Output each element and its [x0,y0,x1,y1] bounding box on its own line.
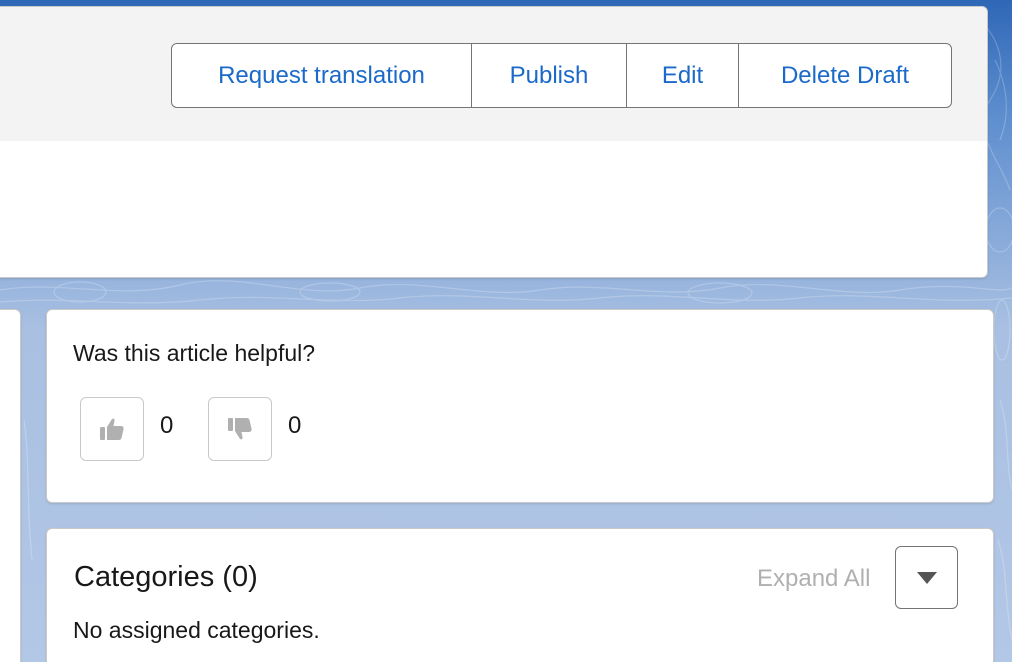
edit-button[interactable]: Edit [627,44,739,107]
thumbs-down-button[interactable] [208,397,272,461]
request-translation-button[interactable]: Request translation [172,44,472,107]
chevron-down-icon [916,571,937,584]
article-header-card: Request translation Publish Edit Delete … [0,6,988,278]
expand-all-link[interactable]: Expand All [757,565,870,593]
helpful-card: Was this article helpful? 0 0 [46,309,994,503]
article-actions-group: Request translation Publish Edit Delete … [171,43,952,108]
thumbs-up-icon [100,418,124,440]
thumbs-down-count: 0 [288,412,302,439]
page-background: Request translation Publish Edit Delete … [0,0,1012,662]
thumbs-down-icon [228,418,252,440]
categories-title: Categories (0) [74,561,258,593]
thumbs-up-count: 0 [160,412,174,439]
categories-empty-text: No assigned categories. [73,617,320,643]
publish-button[interactable]: Publish [472,44,627,107]
delete-draft-button[interactable]: Delete Draft [739,44,951,107]
thumbs-up-button[interactable] [80,397,144,461]
categories-card: Categories (0) Expand All No assigned ca… [46,528,994,662]
article-body-card [0,309,21,662]
helpful-question: Was this article helpful? [73,340,316,366]
categories-menu-button[interactable] [895,546,958,609]
